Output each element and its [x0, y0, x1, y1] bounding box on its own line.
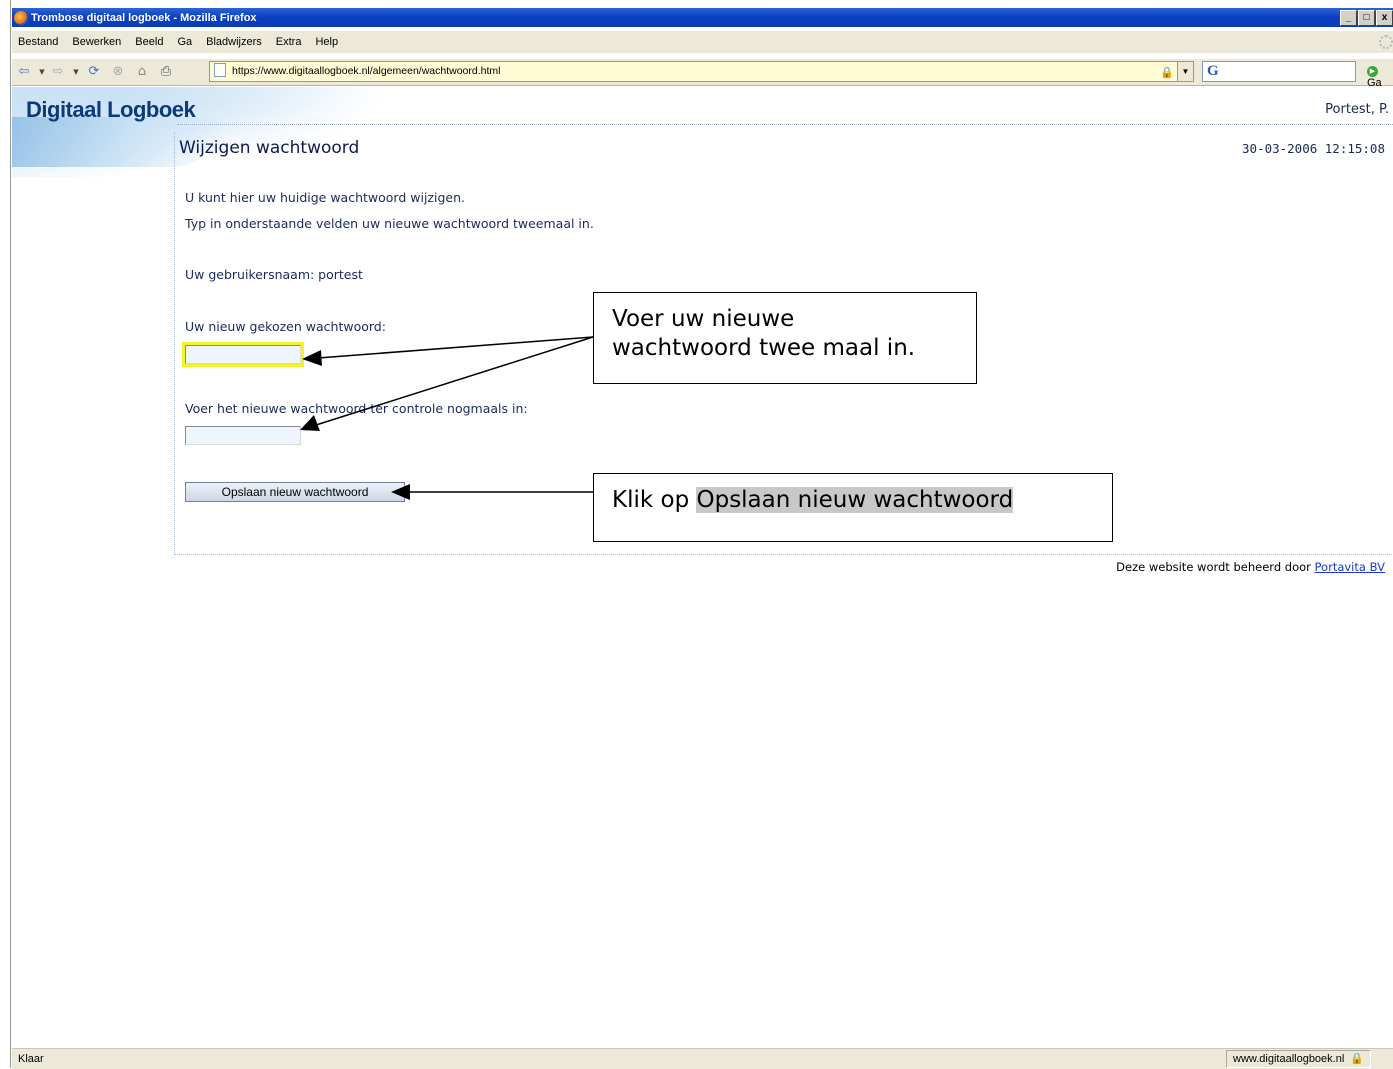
go-button[interactable]: ▶Ga: [1367, 63, 1393, 89]
callout-prefix: Klik op: [612, 487, 697, 513]
status-domain-panel[interactable]: www.digitaallogboek.nl 🔒: [1226, 1050, 1371, 1068]
forward-icon[interactable]: ⇨: [50, 64, 66, 80]
confirm-password-input[interactable]: [185, 426, 301, 445]
callout-click-save: Klik op Opslaan nieuw wachtwoord: [593, 473, 1113, 542]
menu-ga[interactable]: Ga: [177, 36, 192, 48]
status-bar: Klaar www.digitaallogboek.nl 🔒: [12, 1048, 1393, 1069]
menu-bar: Bestand Bewerken Beeld Ga Bladwijzers Ex…: [12, 31, 1393, 53]
navigation-toolbar: ⇦ ▼ ⇨ ▼ ⟳ ⊗ ⌂ ⎙ https://www.digitaallogb…: [12, 59, 1393, 89]
search-input[interactable]: G: [1202, 61, 1356, 82]
window-controls: _ □ x: [1340, 10, 1393, 26]
confirm-password-label: Voer het nieuwe wachtwoord ter controle …: [185, 401, 528, 416]
page-title: Wijzigen wachtwoord: [179, 138, 360, 158]
footer-link[interactable]: Portavita BV: [1315, 560, 1385, 574]
intro-line-2: Typ in onderstaande velden uw nieuwe wac…: [185, 216, 594, 231]
maximize-button[interactable]: □: [1358, 10, 1375, 26]
status-text: Klaar: [18, 1053, 44, 1065]
window-left-edge: [0, 0, 11, 1068]
url-text: https://www.digitaallogboek.nl/algemeen/…: [232, 65, 501, 77]
page-icon: [214, 63, 226, 77]
window-title: Trombose digitaal logboek - Mozilla Fire…: [31, 11, 257, 24]
header-divider: [177, 124, 1393, 125]
lock-icon[interactable]: 🔒: [1160, 64, 1174, 83]
menu-bewerken[interactable]: Bewerken: [72, 36, 121, 48]
save-password-button[interactable]: Opslaan nieuw wachtwoord: [185, 482, 405, 502]
user-name: Portest, P.: [1325, 102, 1389, 117]
close-button[interactable]: x: [1376, 10, 1393, 26]
forward-dropdown-icon[interactable]: ▼: [68, 64, 84, 80]
callout-line-2: wachtwoord twee maal in.: [612, 335, 916, 361]
minimize-button[interactable]: _: [1340, 10, 1357, 26]
menu-extra[interactable]: Extra: [276, 36, 302, 48]
throbber-icon: [1379, 35, 1393, 49]
callout-line-1: Voer uw nieuwe: [612, 306, 795, 332]
callout-highlight: Opslaan nieuw wachtwoord: [696, 487, 1014, 513]
menu-bestand[interactable]: Bestand: [18, 36, 58, 48]
google-icon[interactable]: G: [1207, 63, 1219, 79]
status-domain: www.digitaallogboek.nl: [1233, 1053, 1345, 1065]
username-line: Uw gebruikersnaam: portest: [185, 267, 363, 282]
menu-bladwijzers[interactable]: Bladwijzers: [206, 36, 262, 48]
window-title-bar: Trombose digitaal logboek - Mozilla Fire…: [12, 8, 1393, 27]
callout-enter-password: Voer uw nieuwe wachtwoord twee maal in.: [593, 292, 977, 384]
site-logo[interactable]: Digitaal Logboek: [26, 97, 196, 123]
url-bar[interactable]: https://www.digitaallogboek.nl/algemeen/…: [209, 61, 1194, 82]
page-content: Digitaal Logboek Portest, P. Wijzigen wa…: [12, 87, 1393, 1047]
firefox-icon: [14, 10, 28, 25]
date-time: 30-03-2006 12:15:08: [1242, 141, 1385, 156]
home-icon[interactable]: ⌂: [134, 64, 150, 80]
go-icon: ▶: [1367, 66, 1378, 77]
print-icon[interactable]: ⎙: [158, 64, 174, 80]
menu-help[interactable]: Help: [315, 36, 338, 48]
reload-icon[interactable]: ⟳: [86, 64, 102, 80]
menu-beeld[interactable]: Beeld: [135, 36, 163, 48]
stop-icon[interactable]: ⊗: [110, 64, 126, 80]
url-dropdown-icon[interactable]: ▼: [1177, 62, 1193, 81]
footer-text: Deze website wordt beheerd door: [1116, 560, 1315, 574]
status-lock-icon[interactable]: 🔒: [1350, 1053, 1364, 1065]
new-password-label: Uw nieuw gekozen wachtwoord:: [185, 319, 386, 334]
back-icon[interactable]: ⇦: [16, 64, 32, 80]
back-dropdown-icon[interactable]: ▼: [34, 64, 50, 80]
new-password-input[interactable]: [182, 342, 304, 367]
footer: Deze website wordt beheerd door Portavit…: [1116, 560, 1385, 574]
intro-line-1: U kunt hier uw huidige wachtwoord wijzig…: [185, 190, 465, 205]
